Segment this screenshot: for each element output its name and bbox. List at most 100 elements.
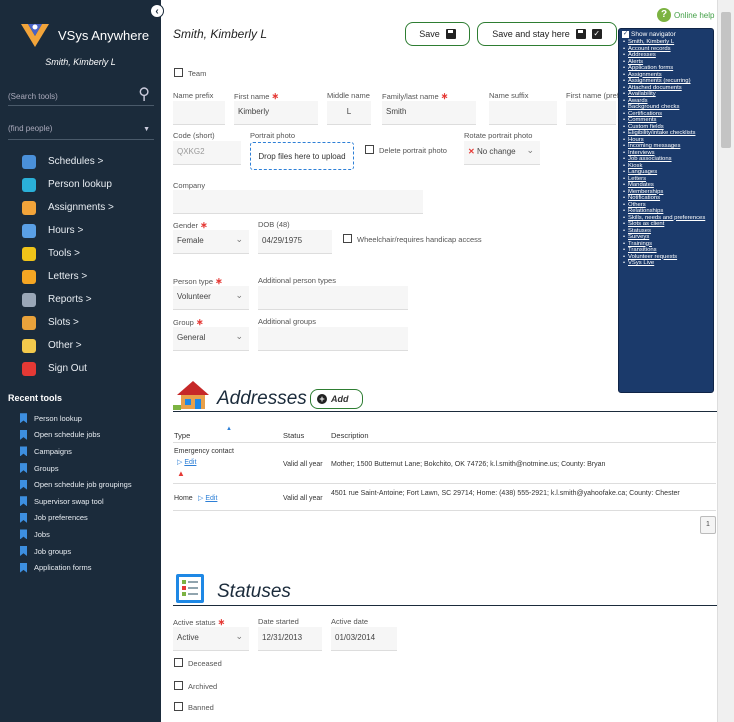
col-type-header[interactable]: Type: [174, 431, 190, 440]
nav-hours[interactable]: Hours >: [0, 219, 161, 242]
recent-tool-item[interactable]: Supervisor swap tool: [20, 493, 132, 510]
last-name-field[interactable]: Smith: [382, 101, 476, 125]
online-help-link[interactable]: ? Online help: [657, 8, 714, 22]
address-type: Home: [174, 495, 193, 502]
dob-field[interactable]: 04/29/1975: [258, 230, 332, 254]
nav-assignments[interactable]: Assignments >: [0, 196, 161, 219]
checklist-icon: [176, 574, 204, 603]
recent-tool-item[interactable]: Open schedule job groupings: [20, 476, 132, 493]
recent-tool-item[interactable]: Jobs: [20, 526, 132, 543]
page-scrollbar[interactable]: [717, 0, 734, 722]
address-description: 4501 rue Saint-Antoine; Fort Lawn, SC 29…: [331, 490, 680, 497]
recent-tool-item[interactable]: Job preferences: [20, 510, 132, 527]
close-icon: ✕: [468, 147, 475, 156]
first-name-label-text: First name: [234, 92, 270, 101]
scrollbar-thumb[interactable]: [721, 12, 731, 148]
company-label: Company: [173, 181, 206, 190]
date-started-label: Date started: [258, 617, 299, 626]
banned-checkbox[interactable]: [174, 702, 183, 711]
recent-tool-label: Campaigns: [34, 446, 72, 456]
printer-icon: [22, 292, 36, 307]
nav-schedules[interactable]: Schedules >: [0, 150, 161, 173]
recent-tool-item[interactable]: Open schedule jobs: [20, 427, 132, 444]
name-prefix-field[interactable]: [173, 101, 225, 125]
navigator-link[interactable]: VSys Live: [622, 260, 710, 267]
active-date-field[interactable]: 01/03/2014: [331, 627, 397, 651]
nav-label: Assignments >: [48, 202, 114, 213]
search-icon[interactable]: ⚲: [138, 84, 150, 104]
additional-groups-field[interactable]: [258, 327, 408, 351]
nav-sign-out[interactable]: Sign Out: [0, 357, 161, 380]
other-icon: [22, 338, 36, 353]
save-icon: [575, 29, 586, 39]
recent-tool-item[interactable]: Person lookup: [20, 410, 132, 427]
middle-name-label: Middle name: [327, 91, 370, 100]
tool-search-placeholder: (Search tools): [8, 92, 58, 101]
person-type-select[interactable]: Volunteer: [173, 286, 249, 310]
company-field[interactable]: [173, 190, 423, 214]
collapse-sidebar-icon[interactable]: ‹: [150, 4, 164, 18]
group-select[interactable]: General: [173, 327, 249, 351]
gender-select[interactable]: Female: [173, 230, 249, 254]
save-and-stay-button[interactable]: Save and stay here ✓: [477, 22, 617, 46]
addresses-heading: Addresses: [217, 388, 307, 409]
code-field[interactable]: QXKG2: [173, 141, 241, 165]
bookmark-icon: [20, 512, 27, 523]
required-asterisk: ∗: [271, 91, 280, 101]
address-edit-link[interactable]: ▷ Edit: [198, 494, 217, 503]
row-divider: [173, 442, 716, 443]
sort-asc-icon[interactable]: ▲: [226, 426, 232, 432]
rotate-portrait-select[interactable]: ✕ No change: [464, 141, 540, 165]
recent-tool-label: Jobs: [34, 529, 50, 539]
page-button[interactable]: 1: [700, 516, 716, 534]
address-edit-link[interactable]: ▷ Edit: [177, 458, 196, 467]
wheelchair-checkbox[interactable]: [343, 234, 352, 243]
nav-person-lookup[interactable]: Person lookup: [0, 173, 161, 196]
checkbox-checked-icon: ✓: [591, 29, 602, 39]
nav-tools[interactable]: Tools >: [0, 242, 161, 265]
name-suffix-field[interactable]: [489, 101, 557, 125]
nav-other[interactable]: Other >: [0, 334, 161, 357]
nav-letters[interactable]: Letters >: [0, 265, 161, 288]
address-status: Valid all year: [283, 495, 323, 502]
add-address-button[interactable]: + Add: [310, 389, 363, 409]
chevron-down-icon: ▼: [143, 126, 150, 133]
nav-reports[interactable]: Reports >: [0, 288, 161, 311]
team-checkbox[interactable]: [174, 68, 183, 77]
tool-search-input[interactable]: (Search tools) ⚲: [8, 84, 154, 106]
navigator-list: Smith, Kimberly LAccount recordsAddresse…: [622, 39, 710, 267]
preferred-name-field[interactable]: [566, 101, 616, 125]
first-name-field[interactable]: Kimberly: [234, 101, 318, 125]
col-status-header[interactable]: Status: [283, 431, 304, 440]
person-type-label-text: Person type: [173, 277, 214, 286]
active-status-select[interactable]: Active: [173, 627, 249, 651]
people-finder-placeholder: (find people): [8, 124, 53, 133]
name-prefix-label: Name prefix: [173, 91, 214, 100]
people-finder-input[interactable]: (find people) ▼: [8, 118, 154, 140]
edit-icon: ▷: [198, 495, 204, 502]
recent-tool-item[interactable]: Application forms: [20, 559, 132, 576]
portrait-dropzone[interactable]: Drop files here to upload: [250, 142, 354, 170]
deceased-checkbox[interactable]: [174, 658, 183, 667]
recent-tool-item[interactable]: Job groups: [20, 543, 132, 560]
date-started-field[interactable]: 12/31/2013: [258, 627, 322, 651]
rotate-portrait-label: Rotate portrait photo: [464, 131, 533, 140]
code-label: Code (short): [173, 131, 215, 140]
col-description-header[interactable]: Description: [331, 431, 369, 440]
show-navigator-toggle[interactable]: ✓ Show navigator: [622, 31, 710, 38]
middle-name-field[interactable]: L: [327, 101, 371, 125]
archived-checkbox[interactable]: [174, 681, 183, 690]
recent-tool-item[interactable]: Campaigns: [20, 443, 132, 460]
preferred-name-label: First name (prefer: [566, 91, 626, 100]
additional-types-field[interactable]: [258, 286, 408, 310]
save-label: Save: [419, 29, 440, 39]
banned-label: Banned: [188, 703, 214, 712]
bookmark-icon: [20, 446, 27, 457]
recent-tool-item[interactable]: Groups: [20, 460, 132, 477]
sidebar-user-name[interactable]: Smith, Kimberly L: [0, 57, 161, 67]
nav-slots[interactable]: Slots >: [0, 311, 161, 334]
save-button[interactable]: Save: [405, 22, 470, 46]
edit-icon: ▷: [177, 459, 183, 466]
delete-portrait-checkbox[interactable]: [365, 145, 374, 154]
required-asterisk: ∗: [200, 220, 208, 230]
